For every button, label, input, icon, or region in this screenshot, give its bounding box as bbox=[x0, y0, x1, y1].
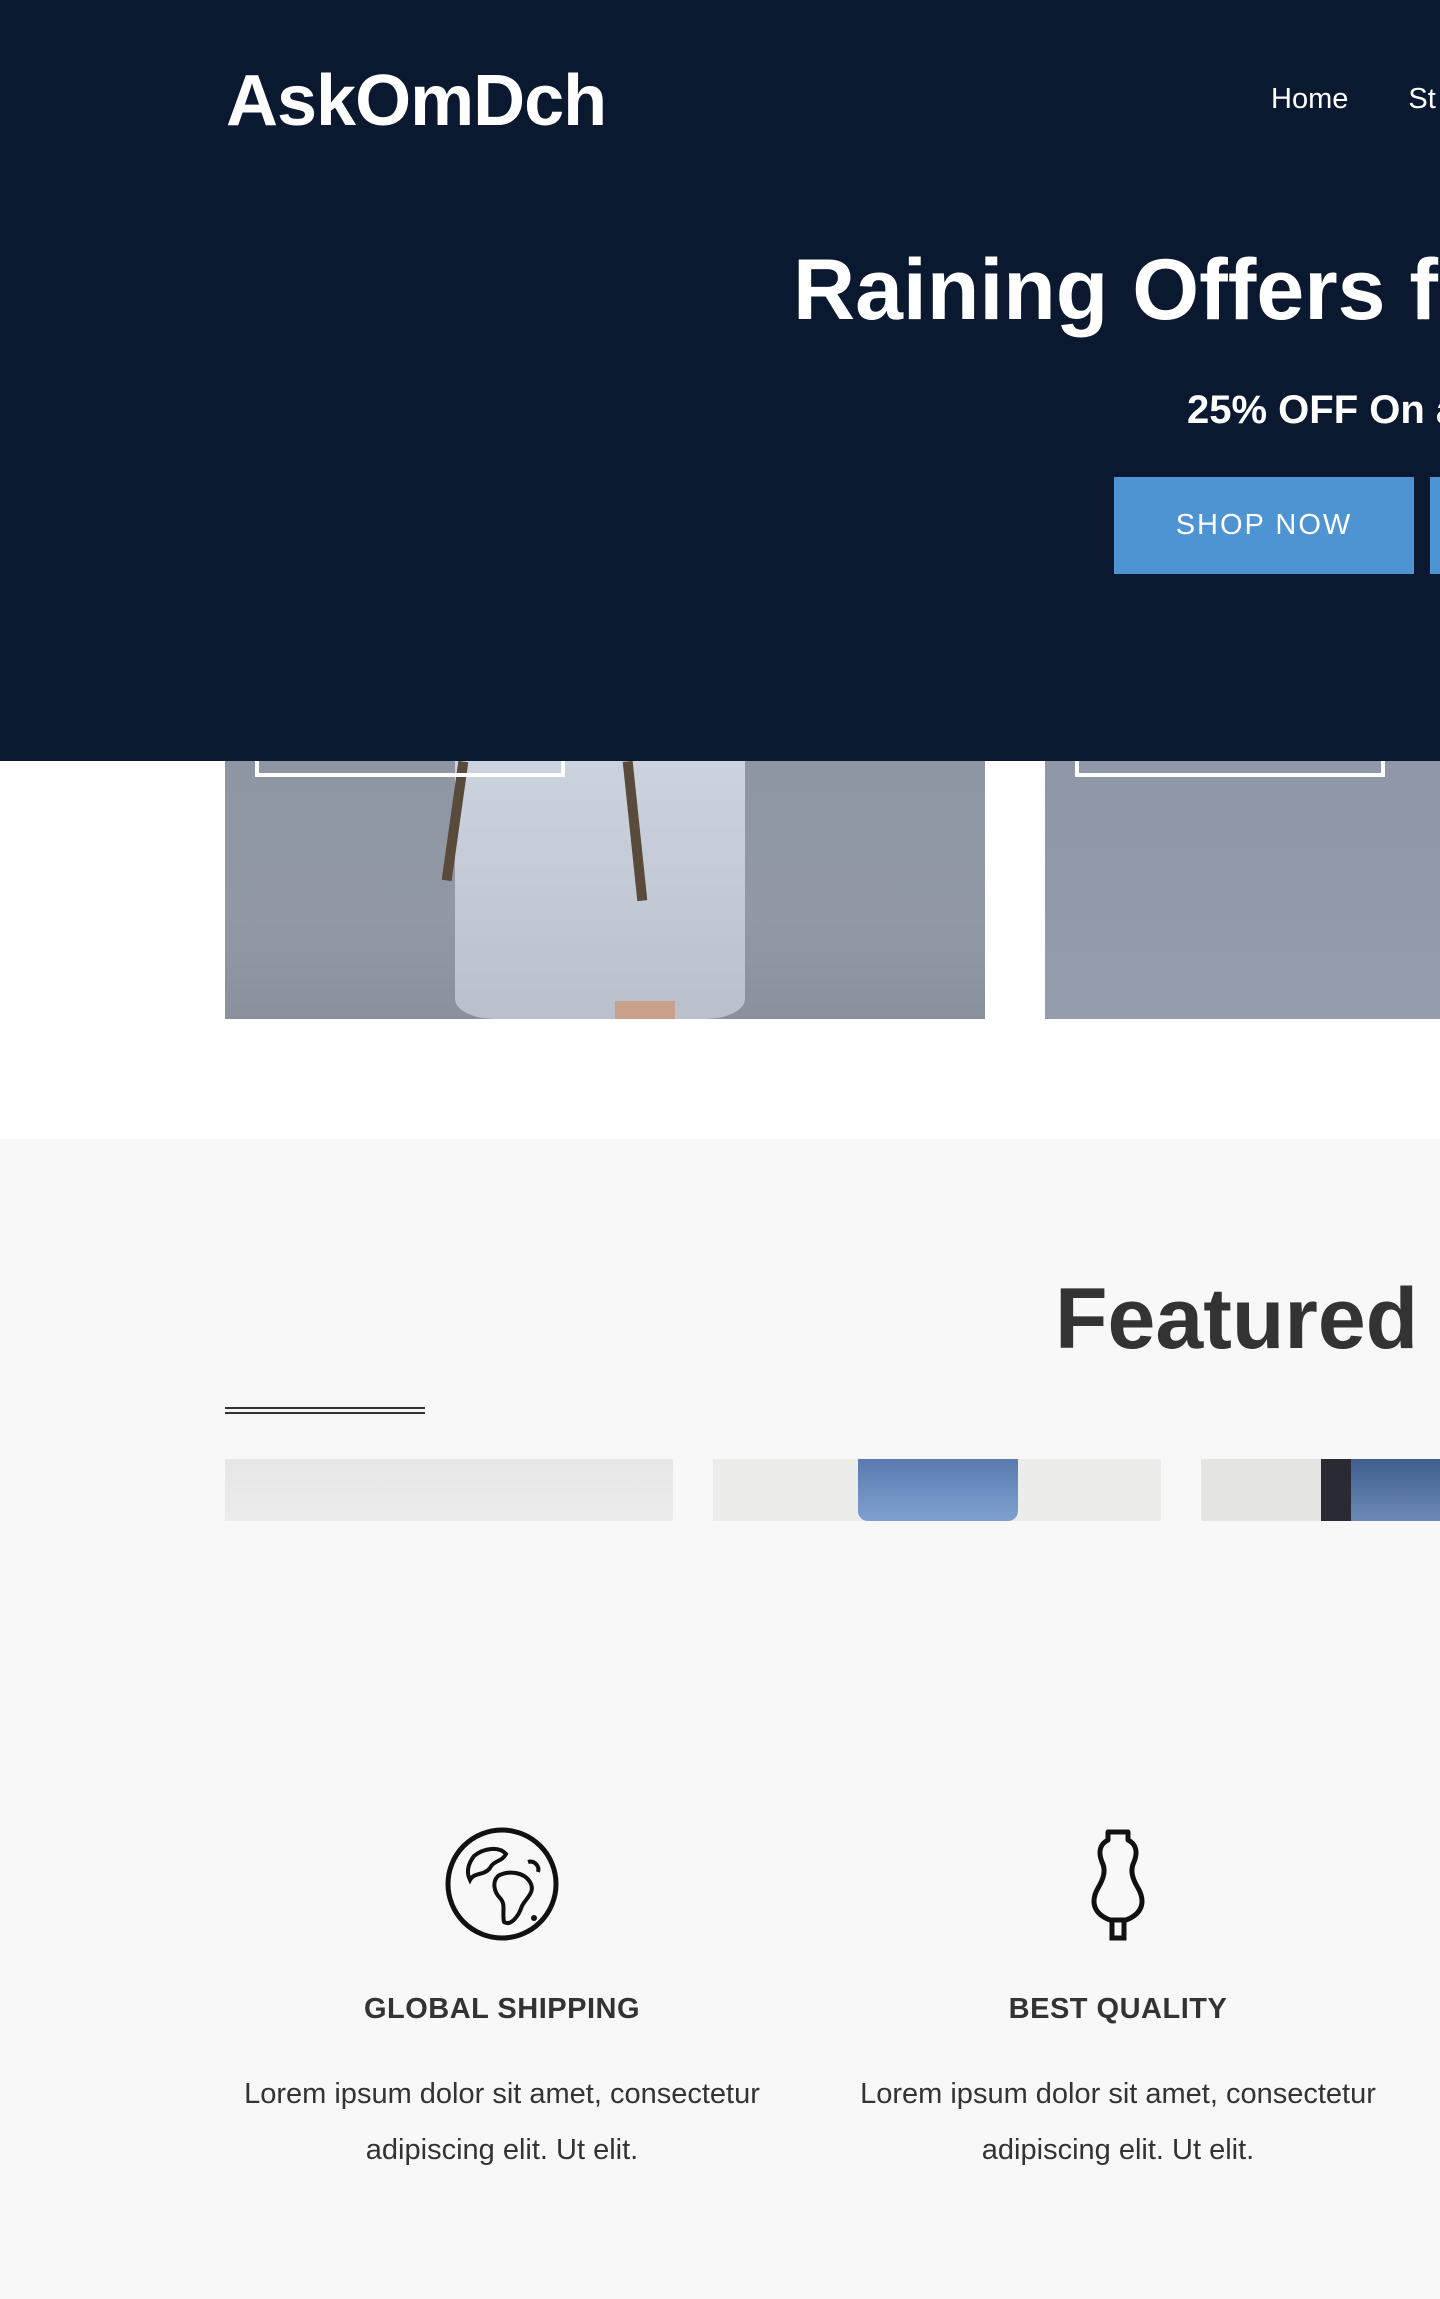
main-nav: Home St bbox=[1271, 82, 1436, 116]
secondary-cta-button[interactable] bbox=[1430, 477, 1440, 574]
hero-section: AskOmDch Home St Raining Offers fo 25% O… bbox=[0, 0, 1440, 761]
product-thumbnail[interactable] bbox=[1201, 1459, 1440, 1521]
promo-banner-left[interactable] bbox=[225, 761, 985, 1019]
section-divider bbox=[225, 1407, 425, 1414]
promo-banner-right[interactable] bbox=[1045, 761, 1440, 1019]
nav-link-store[interactable]: St bbox=[1408, 82, 1435, 116]
banner-frame-button[interactable] bbox=[255, 761, 565, 777]
globe-icon bbox=[445, 1827, 559, 1941]
feature-description: Lorem ipsum dolor sit amet, consectetur … bbox=[244, 2078, 760, 2166]
hero-subtitle: 25% OFF On a bbox=[1187, 388, 1440, 432]
featured-title: Featured P bbox=[1055, 1271, 1440, 1367]
model-shirt-image bbox=[455, 761, 745, 1019]
shop-now-button[interactable]: SHOP NOW bbox=[1114, 477, 1414, 574]
feature-description: Lorem ipsum dolor sit amet, consectetur … bbox=[860, 2078, 1376, 2166]
feature-title: GLOBAL SHIPPING bbox=[363, 1993, 641, 2025]
nav-link-home[interactable]: Home bbox=[1271, 82, 1348, 116]
jeans-image bbox=[1351, 1459, 1440, 1521]
hero-title: Raining Offers fo bbox=[793, 242, 1440, 338]
jeans-image bbox=[858, 1459, 1018, 1521]
feature-best-quality: BEST QUALITY Lorem ipsum dolor sit amet,… bbox=[838, 1826, 1398, 2178]
model-legs-image bbox=[615, 1001, 675, 1019]
product-thumbnail[interactable] bbox=[225, 1459, 673, 1521]
site-logo[interactable]: AskOmDch bbox=[226, 58, 607, 144]
product-thumbnail[interactable] bbox=[713, 1459, 1161, 1521]
feature-title: BEST QUALITY bbox=[1008, 1993, 1228, 2025]
feature-global-shipping: GLOBAL SHIPPING Lorem ipsum dolor sit am… bbox=[222, 1826, 782, 2178]
mannequin-icon bbox=[1091, 1829, 1145, 1941]
banner-frame-button[interactable] bbox=[1075, 761, 1385, 777]
